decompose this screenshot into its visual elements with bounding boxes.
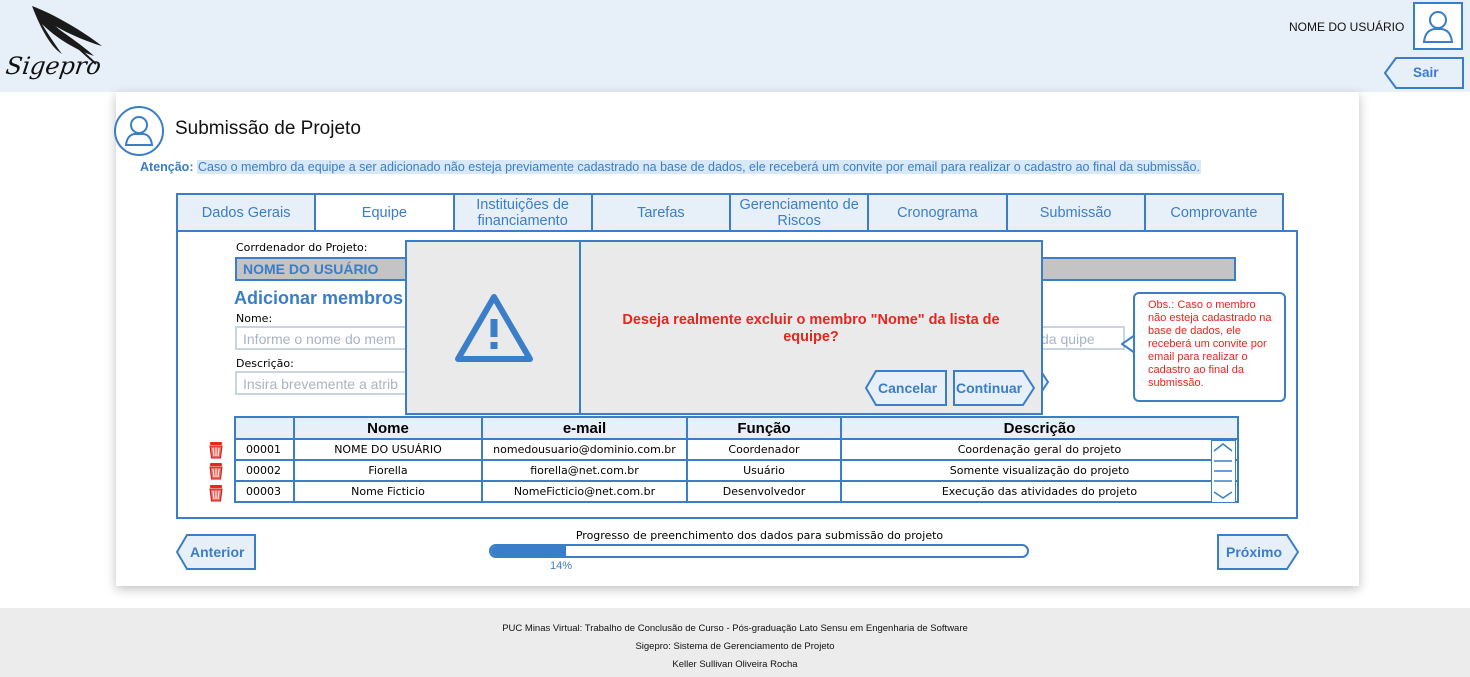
cancel-button[interactable]: Cancelar: [865, 370, 947, 406]
user-avatar-icon: [114, 106, 164, 156]
warning-triangle-icon: [455, 294, 533, 362]
cell-description: Execução das atividades do projeto: [840, 480, 1239, 503]
cell-id: 00002: [234, 459, 295, 482]
cell-id: 00003: [234, 480, 295, 503]
header-description: Descrição: [840, 416, 1239, 440]
tab-submissao[interactable]: Submissão: [1005, 193, 1146, 232]
member-description-input[interactable]: Insira brevemente a atrib: [235, 371, 415, 395]
tab-comprovante[interactable]: Comprovante: [1143, 193, 1284, 232]
progress-percentage: 14%: [550, 560, 573, 572]
confirm-label: Continuar: [956, 380, 1023, 396]
footer-line-1: PUC Minas Virtual: Trabalho de Conclusão…: [502, 623, 968, 634]
header-email: e-mail: [481, 416, 688, 440]
observation-note: Obs.: Caso o membro não esteja cadastrad…: [1133, 292, 1286, 402]
member-name-input[interactable]: Informe o nome do mem: [235, 326, 415, 350]
tab-tarefas[interactable]: Tarefas: [590, 193, 731, 232]
progress-fill: [491, 546, 567, 556]
dialog-icon-pane: [407, 242, 581, 413]
tab-instituicoes[interactable]: Instituições de financiamento: [452, 193, 593, 232]
user-name: NOME DO USUÁRIO: [1289, 20, 1405, 34]
trash-icon[interactable]: [207, 462, 225, 480]
cell-role: Coordenador: [686, 438, 842, 461]
trash-icon[interactable]: [207, 484, 225, 502]
cell-email: fiorella@net.com.br: [481, 459, 688, 482]
dialog-body: Deseja realmente excluir o membro "Nome"…: [581, 242, 1041, 413]
user-avatar-icon[interactable]: [1413, 2, 1463, 50]
page-title: Submissão de Projeto: [175, 118, 361, 139]
page-footer: PUC Minas Virtual: Trabalho de Conclusão…: [0, 608, 1470, 677]
tab-gerenciamento-riscos[interactable]: Gerenciamento de Riscos: [729, 193, 870, 232]
header-role: Função: [686, 416, 842, 440]
progress-label: Progresso de preenchimento dos dados par…: [575, 529, 944, 542]
header-name: Nome: [293, 416, 483, 440]
cell-id: 00001: [234, 438, 295, 461]
attention-notice: Atenção: Caso o membro da equipe a ser a…: [140, 160, 1201, 174]
confirm-button[interactable]: Continuar: [953, 370, 1035, 406]
delete-confirmation-dialog: Deseja realmente excluir o membro "Nome"…: [405, 240, 1043, 415]
add-members-heading: Adicionar membros: [234, 288, 404, 308]
scroll-up-icon: [1213, 443, 1233, 452]
table-header-row: Nome e-mail Função Descrição: [234, 416, 1239, 440]
cell-description: Somente visualização do projeto: [840, 459, 1239, 482]
dialog-message: Deseja realmente excluir o membro "Nome"…: [622, 312, 1000, 345]
cell-name: Nome Ficticio: [293, 480, 483, 503]
tab-equipe[interactable]: Equipe: [314, 193, 455, 232]
name-label: Nome:: [236, 312, 273, 325]
cell-name: NOME DO USUÁRIO: [293, 438, 483, 461]
footer-line-3: Keller Sullivan Oliveira Rocha: [672, 659, 798, 670]
tab-bar: Dados Gerais Equipe Instituições de fina…: [176, 193, 1298, 232]
logout-label: Sair: [1413, 65, 1439, 80]
table-row[interactable]: 00002 Fiorella fiorella@net.com.br Usuár…: [234, 459, 1239, 482]
top-header: [0, 0, 1470, 92]
tab-dados-gerais[interactable]: Dados Gerais: [176, 193, 317, 232]
footer-line-2: Sigepro: Sistema de Gerenciamento de Pro…: [635, 641, 835, 652]
table-row[interactable]: 00001 NOME DO USUÁRIO nomedousuario@domi…: [234, 438, 1239, 461]
cell-role: Usuário: [686, 459, 842, 482]
cell-name: Fiorella: [293, 459, 483, 482]
cell-email: nomedousuario@dominio.com.br: [481, 438, 688, 461]
members-table: Nome e-mail Função Descrição 00001 NOME …: [234, 416, 1239, 503]
trash-icon[interactable]: [207, 441, 225, 459]
logo-text: Sigepro: [4, 52, 103, 80]
cell-email: NomeFicticio@net.com.br: [481, 480, 688, 503]
attention-text: Caso o membro da equipe a ser adicionado…: [196, 160, 1201, 174]
cell-description: Coordenação geral do projeto: [840, 438, 1239, 461]
previous-label: Anterior: [190, 544, 245, 560]
description-label: Descrição:: [236, 357, 294, 370]
progress-bar: [489, 544, 1029, 558]
coordinator-label: Corrdenador do Projeto:: [236, 241, 368, 254]
table-row[interactable]: 00003 Nome Ficticio NomeFicticio@net.com…: [234, 480, 1239, 503]
attention-label: Atenção:: [140, 160, 194, 174]
header-id: [234, 416, 295, 440]
next-label: Próximo: [1226, 544, 1283, 560]
tab-cronograma[interactable]: Cronograma: [867, 193, 1008, 232]
member-name-input-end[interactable]: da quipe: [1035, 326, 1125, 350]
scroll-down-icon: [1213, 491, 1233, 499]
table-scrollbar[interactable]: [1211, 440, 1236, 503]
cell-role: Desenvolvedor: [686, 480, 842, 503]
cancel-label: Cancelar: [878, 380, 938, 396]
logout-button[interactable]: Sair: [1384, 57, 1464, 89]
